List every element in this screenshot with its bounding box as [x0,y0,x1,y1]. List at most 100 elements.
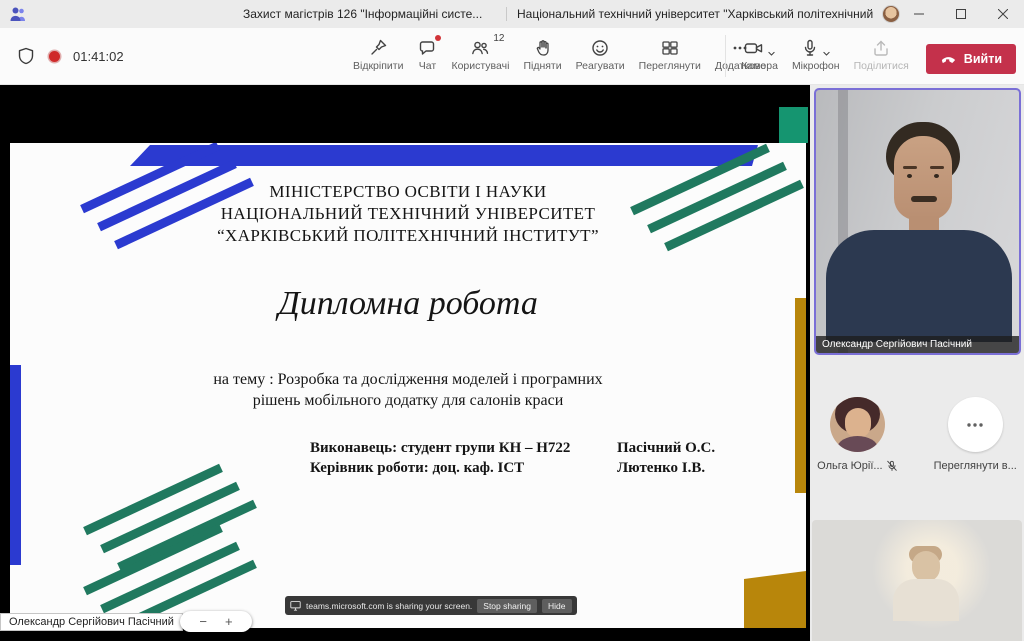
teams-logo-icon [9,5,27,23]
teams-meeting-window: Захист магістрів 126 "Інформаційні систе… [0,0,1024,641]
video-name-overlay: Олександр Сергійович Пасічний [816,336,1019,353]
recording-indicator-icon [49,51,60,62]
camera-label: Камера [741,60,778,72]
close-button[interactable] [982,0,1024,28]
slide-topic-line1: на тему : Розробка та дослідження моделе… [10,369,806,390]
participant-name: Ольга Юрії... [817,460,882,472]
raise-hand-button[interactable]: Підняти [516,34,568,72]
maximize-button[interactable] [940,0,982,28]
share-button[interactable]: Поділитися [847,34,916,72]
avatar-face [845,408,871,438]
participants-label: Користувачі [451,60,509,72]
leave-button[interactable]: Вийти [926,44,1016,74]
slide-header-line1: МІНІСТЕРСТВО ОСВІТИ І НАУКИ [10,181,806,203]
meeting-title: Захист магістрів 126 "Інформаційні систе… [243,7,482,21]
participants-sidebar: Олександр Сергійович Пасічний Ольга Юрії… [810,85,1024,641]
share-icon [871,38,891,58]
slide-header-line3: “ХАРКІВСЬКИЙ ПОЛІТЕХНІЧНИЙ ІНСТИТУТ” [10,225,806,247]
view-grid-icon [660,34,680,58]
presenter-eye [907,174,912,178]
zoom-out-button[interactable]: − [199,615,207,628]
participants-button[interactable]: 12 Користувачі [444,34,516,72]
main-video-tile[interactable]: Олександр Сергійович Пасічний [814,88,1021,355]
people-icon: 12 [470,34,490,58]
overflow-item: Переглянути в... [934,397,1017,472]
mic-muted-icon [886,460,898,472]
avatar-body [837,436,878,452]
participant-head [912,551,940,582]
microphone-icon [800,38,820,58]
sharing-message: teams.microsoft.com is sharing your scre… [306,601,472,611]
slide-header: МІНІСТЕРСТВО ОСВІТИ І НАУКИ НАЦІОНАЛЬНИЙ… [10,181,806,247]
share-label: Поділитися [854,60,909,72]
secondary-video-tile[interactable] [812,520,1022,641]
hangup-icon [940,50,957,67]
unpin-icon [368,34,388,58]
leave-label: Вийти [964,52,1002,66]
presentation-slide: МІНІСТЕРСТВО ОСВІТИ І НАУКИ НАЦІОНАЛЬНИЙ… [10,143,806,628]
chat-icon [417,34,437,58]
slide-credits-labels: Виконавець: студент групи КН – Н722 Кері… [310,438,570,478]
presenter-shirt [826,230,1012,342]
meeting-timer: 01:41:02 [73,49,124,64]
camera-button[interactable]: Камера [734,34,785,72]
hide-toast-button[interactable]: Hide [542,599,571,613]
view-button[interactable]: Переглянути [632,34,708,72]
toolbar-center: Відкріпити Чат 12 [346,34,773,72]
unpin-label: Відкріпити [353,60,403,72]
slide-gold-corner [744,571,806,628]
camera-chevron-icon[interactable] [767,49,776,58]
unpin-button[interactable]: Відкріпити [346,34,410,72]
slide-executor-label: Виконавець: студент групи КН – Н722 [310,438,570,458]
zoom-controls: − + [180,611,252,632]
microphone-chevron-icon[interactable] [822,49,831,58]
participants-row: Ольга Юрії... Переглянути в... [810,397,1024,472]
raise-hand-label: Підняти [523,60,561,72]
stop-sharing-button[interactable]: Stop sharing [477,599,537,613]
titlebar-separator [506,7,507,21]
minimize-button[interactable] [898,0,940,28]
react-icon [590,34,610,58]
view-more-participants-button[interactable] [948,397,1003,452]
participant-avatar[interactable] [830,397,885,452]
meeting-toolbar: 01:41:02 Відкріпити Чат [0,28,1024,85]
presenter-mustache [911,196,937,202]
zoom-in-button[interactable]: + [225,615,233,628]
recording-cluster: 01:41:02 [16,28,124,84]
chat-label: Чат [419,60,436,72]
org-title: Національний технічний університет "Харк… [517,7,875,21]
microphone-button[interactable]: Мікрофон [785,34,847,72]
presenter-brow [903,166,917,169]
participant-label-row: Ольга Юрії... [817,460,897,472]
participant-item: Ольга Юрії... [817,397,897,472]
microphone-label: Мікрофон [792,60,840,72]
presenter-name-label: Олександр Сергійович Пасічний [0,613,183,631]
participant-body [893,579,959,621]
titlebar: Захист магістрів 126 "Інформаційні систе… [0,0,1024,28]
shared-screen-stage: МІНІСТЕРСТВО ОСВІТИ І НАУКИ НАЦІОНАЛЬНИЙ… [0,85,810,641]
slide-corner-decoration [779,107,808,143]
slide-topic: на тему : Розробка та дослідження моделе… [10,369,806,411]
slide-supervisor-label: Керівник роботи: доц. каф. ІСТ [310,458,570,478]
toolbar-divider [725,35,726,77]
view-more-label: Переглянути в... [934,460,1017,472]
window-controls [898,0,1024,28]
raise-hand-icon [533,34,553,58]
toolbar-right: Камера Мікрофон [717,34,1016,77]
participants-count: 12 [493,33,504,44]
react-button[interactable]: Реагувати [569,34,632,72]
slide-header-line2: НАЦІОНАЛЬНИЙ ТЕХНІЧНИЙ УНІВЕРСИТЕТ [10,203,806,225]
privacy-shield-icon [16,46,36,66]
camera-icon [743,38,765,58]
slide-topic-line2: рішень мобільного додатку для салонів кр… [10,390,806,411]
presenter-brow [930,166,944,169]
presenter-face [894,136,952,220]
view-label: Переглянути [639,60,701,72]
slide-title: Дипломна робота [10,285,806,323]
screen-share-toast: teams.microsoft.com is sharing your scre… [285,596,577,615]
sharing-monitor-icon [290,600,301,611]
chat-button[interactable]: Чат [410,34,444,72]
presenter-eye [934,174,939,178]
slide-supervisor-name: Лютенко І.В. [617,458,715,478]
slide-executor-name: Пасічний О.С. [617,438,715,458]
